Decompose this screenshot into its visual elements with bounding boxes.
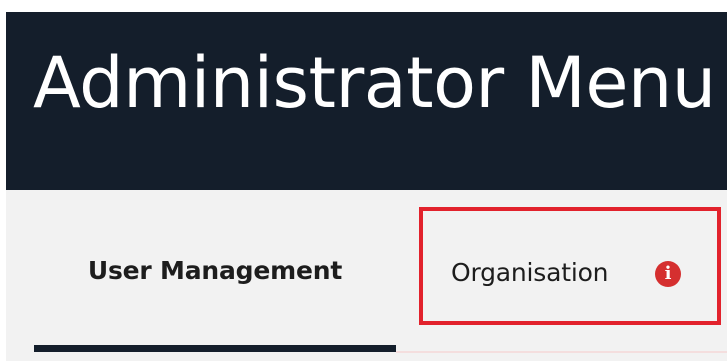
- admin-header: Administrator Menu: [6, 12, 727, 190]
- tab-organisation-label: Organisation: [451, 258, 609, 287]
- info-icon: i: [655, 261, 681, 287]
- tab-organisation[interactable]: Organisation i: [419, 207, 721, 325]
- tab-bar: User Management Organisation i: [6, 190, 727, 361]
- tab-user-management[interactable]: User Management: [33, 190, 397, 350]
- tab-user-management-label: User Management: [87, 255, 343, 285]
- content-divider: [396, 351, 727, 353]
- page-title: Administrator Menu: [33, 42, 716, 124]
- active-tab-indicator: [34, 345, 396, 352]
